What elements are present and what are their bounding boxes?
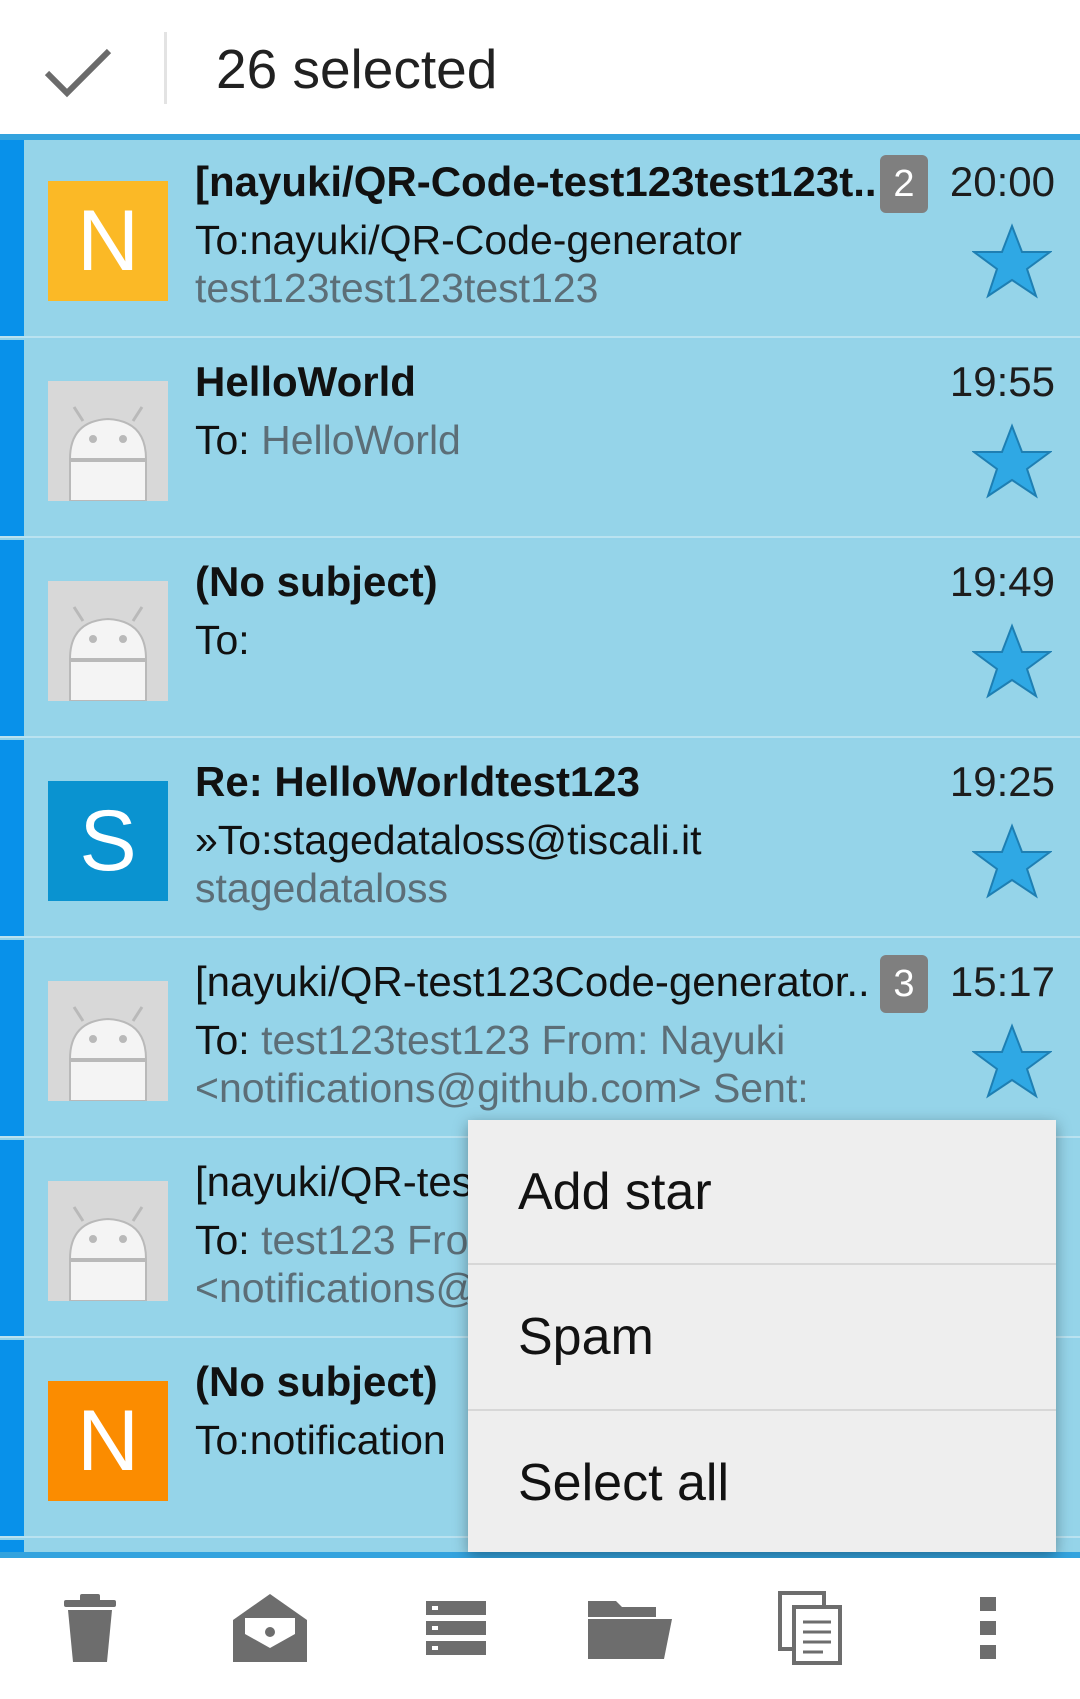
more-vert-icon xyxy=(980,1597,996,1659)
selection-count-title: 26 selected xyxy=(216,38,498,100)
message-row[interactable]: S Re: HelloWorldtest123 19:25 »To:staged… xyxy=(0,740,1080,938)
avatar[interactable] xyxy=(48,981,168,1101)
recipient-label: To: xyxy=(195,417,262,463)
copy-icon xyxy=(778,1591,842,1665)
message-subject: HelloWorld xyxy=(195,358,416,405)
message-time: 19:25 xyxy=(949,758,1055,805)
selection-indicator xyxy=(0,140,24,336)
star-icon[interactable] xyxy=(972,622,1052,702)
message-time: 15:17 xyxy=(949,958,1055,1005)
avatar[interactable]: S xyxy=(48,781,168,901)
message-row[interactable]: N [nayuki/QR-Code-test123test123t.. 2 20… xyxy=(0,140,1080,338)
overflow-menu: Add star Spam Select all xyxy=(468,1120,1056,1552)
recipient-label: To: xyxy=(195,1017,262,1063)
message-preview: test123test123test123 xyxy=(195,265,599,311)
copy-button[interactable] xyxy=(762,1580,858,1676)
selection-indicator xyxy=(0,1340,24,1536)
bottom-toolbar xyxy=(0,1558,1080,1699)
message-recipient: To:notification xyxy=(195,1412,446,1468)
star-icon[interactable] xyxy=(972,422,1052,502)
list-view-button[interactable] xyxy=(408,1580,504,1676)
menu-item-select-all[interactable]: Select all xyxy=(468,1411,1056,1555)
avatar[interactable] xyxy=(48,381,168,501)
avatar[interactable]: N xyxy=(48,181,168,301)
message-row[interactable]: HelloWorld 19:55 To: HelloWorld xyxy=(0,340,1080,538)
recipient-label: To: xyxy=(195,1217,262,1263)
message-preview: stagedataloss xyxy=(195,865,449,911)
message-subject: (No subject) xyxy=(195,558,438,605)
recipient-label: To:notification xyxy=(195,1417,446,1463)
mark-read-button[interactable] xyxy=(222,1580,318,1676)
message-subject: (No subject) xyxy=(195,1358,438,1405)
recipient-label: To: xyxy=(195,617,250,663)
thread-count-badge: 2 xyxy=(880,155,928,213)
message-row[interactable]: [nayuki/QR-test123Code-generator.. 3 15:… xyxy=(0,940,1080,1138)
message-preview: <notifications@ xyxy=(195,1265,478,1311)
recipient-label: »To:stagedataloss@tiscali.it xyxy=(195,817,702,863)
recipient-label: To:nayuki/QR-Code-generator xyxy=(195,217,742,263)
move-to-folder-button[interactable] xyxy=(582,1580,678,1676)
thread-count-badge: 3 xyxy=(880,955,928,1013)
message-subject: [nayuki/QR-Code-test123test123t.. xyxy=(195,158,877,205)
avatar[interactable] xyxy=(48,581,168,701)
message-subject: [nayuki/QR-tes xyxy=(195,1158,473,1205)
selection-indicator xyxy=(0,740,24,936)
message-time: 19:55 xyxy=(949,358,1055,405)
more-options-button[interactable] xyxy=(940,1580,1036,1676)
menu-item-add-star[interactable]: Add star xyxy=(468,1120,1056,1264)
avatar[interactable] xyxy=(48,1181,168,1301)
android-placeholder-icon xyxy=(48,581,168,701)
message-recipient: To: xyxy=(195,612,250,668)
menu-item-spam[interactable]: Spam xyxy=(468,1265,1056,1409)
android-placeholder-icon xyxy=(48,1181,168,1301)
selection-indicator xyxy=(0,1140,24,1336)
checkmark-icon xyxy=(44,48,112,98)
recipient-value: test123test123 From: Nayuki xyxy=(261,1017,786,1063)
message-time: 19:49 xyxy=(949,558,1055,605)
selection-indicator xyxy=(0,940,24,1136)
action-bar-divider xyxy=(164,32,167,104)
delete-button[interactable] xyxy=(42,1580,138,1676)
recipient-value: test123 Fro xyxy=(261,1217,469,1263)
message-row[interactable]: (No subject) 19:49 To: xyxy=(0,540,1080,738)
message-time: 20:00 xyxy=(949,158,1055,205)
message-subject: Re: HelloWorldtest123 xyxy=(195,758,640,805)
android-placeholder-icon xyxy=(48,981,168,1101)
avatar[interactable]: N xyxy=(48,1381,168,1501)
selection-indicator xyxy=(0,540,24,736)
folder-icon xyxy=(588,1601,672,1659)
mark-read-icon xyxy=(233,1594,307,1662)
star-icon[interactable] xyxy=(972,222,1052,302)
android-placeholder-icon xyxy=(48,381,168,501)
trash-icon xyxy=(64,1594,116,1662)
selection-indicator xyxy=(0,340,24,536)
action-bar: 26 selected xyxy=(0,0,1080,134)
star-icon[interactable] xyxy=(972,1022,1052,1102)
message-subject: [nayuki/QR-test123Code-generator.. xyxy=(195,958,870,1005)
recipient-value: HelloWorld xyxy=(261,417,461,463)
message-preview: <notifications@github.com> Sent: xyxy=(195,1065,809,1111)
star-icon[interactable] xyxy=(972,822,1052,902)
list-icon xyxy=(426,1601,486,1655)
done-button[interactable] xyxy=(28,22,128,122)
message-recipient: To: HelloWorld xyxy=(195,412,461,468)
